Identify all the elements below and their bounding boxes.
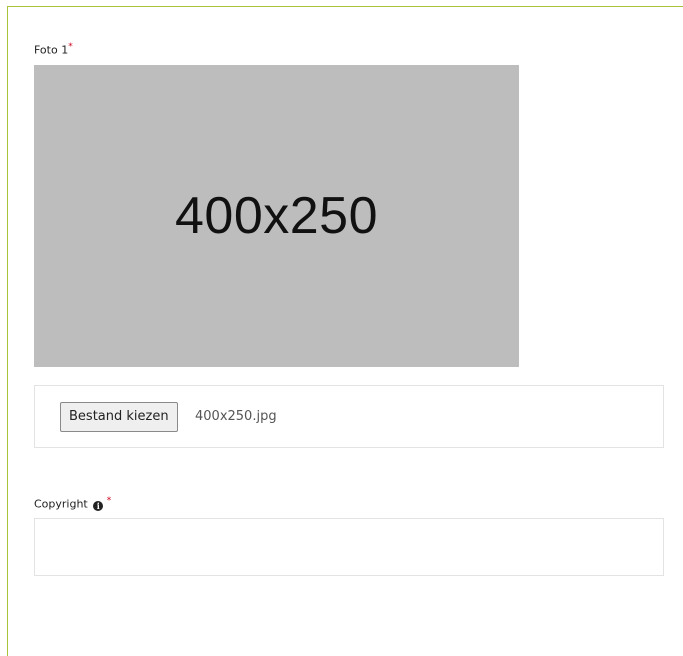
photo-preview-placeholder-text: 400x250 bbox=[174, 187, 379, 245]
info-icon[interactable]: i bbox=[93, 500, 104, 511]
copyright-label: Copyright bbox=[34, 497, 88, 511]
photo-required-mark: * bbox=[68, 42, 73, 52]
copyright-required-mark: * bbox=[106, 496, 112, 506]
photo-label-group: Foto 1* bbox=[34, 42, 73, 57]
choose-file-button[interactable]: Bestand kiezen bbox=[60, 402, 178, 432]
photo-preview: 400x250 bbox=[34, 65, 519, 367]
photo-label: Foto 1 bbox=[34, 43, 69, 57]
selected-file-name: 400x250.jpg bbox=[195, 409, 277, 424]
file-input-container[interactable]: Bestand kiezen 400x250.jpg bbox=[34, 385, 664, 448]
copyright-label-group: Copyright i * bbox=[34, 496, 111, 511]
copyright-input[interactable] bbox=[34, 518, 664, 576]
